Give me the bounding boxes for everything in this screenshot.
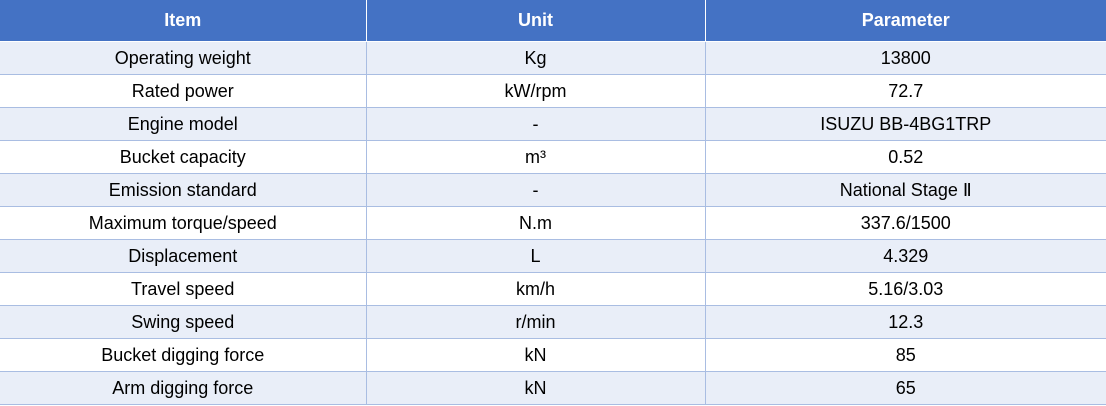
cell-parameter: 0.52 — [704, 140, 1106, 174]
cell-parameter: 12.3 — [704, 305, 1106, 339]
cell-parameter: 13800 — [704, 41, 1106, 75]
cell-item: Emission standard — [0, 173, 367, 207]
cell-item: Travel speed — [0, 272, 367, 306]
cell-item: Operating weight — [0, 41, 367, 75]
cell-parameter: ISUZU BB-4BG1TRP — [704, 107, 1106, 141]
cell-unit: kW/rpm — [365, 74, 706, 108]
cell-unit: - — [365, 107, 706, 141]
table-row: Rated power kW/rpm 72.7 — [0, 74, 1106, 108]
cell-unit: km/h — [365, 272, 706, 306]
cell-parameter: 85 — [704, 338, 1106, 372]
cell-unit: kN — [365, 371, 706, 405]
cell-unit: Kg — [365, 41, 706, 75]
cell-unit: - — [365, 173, 706, 207]
cell-parameter: 65 — [704, 371, 1106, 405]
cell-parameter: National Stage Ⅱ — [704, 173, 1106, 207]
table-row: Travel speed km/h 5.16/3.03 — [0, 272, 1106, 306]
cell-item: Engine model — [0, 107, 367, 141]
spec-table: Item Unit Parameter Operating weight Kg … — [0, 0, 1106, 405]
cell-item: Swing speed — [0, 305, 367, 339]
cell-parameter: 4.329 — [704, 239, 1106, 273]
table-row: Bucket digging force kN 85 — [0, 338, 1106, 372]
cell-unit: m³ — [365, 140, 706, 174]
table-row: Displacement L 4.329 — [0, 239, 1106, 273]
cell-item: Bucket digging force — [0, 338, 367, 372]
cell-unit: N.m — [365, 206, 706, 240]
column-header-unit: Unit — [366, 0, 706, 42]
column-header-item: Item — [0, 0, 367, 42]
cell-parameter: 5.16/3.03 — [704, 272, 1106, 306]
table-row: Swing speed r/min 12.3 — [0, 305, 1106, 339]
table-header-row: Item Unit Parameter — [0, 0, 1106, 42]
cell-unit: kN — [365, 338, 706, 372]
table-row: Operating weight Kg 13800 — [0, 41, 1106, 75]
cell-unit: L — [365, 239, 706, 273]
table-row: Arm digging force kN 65 — [0, 371, 1106, 405]
table-row: Engine model - ISUZU BB-4BG1TRP — [0, 107, 1106, 141]
cell-item: Bucket capacity — [0, 140, 367, 174]
table-row: Maximum torque/speed N.m 337.6/1500 — [0, 206, 1106, 240]
cell-parameter: 337.6/1500 — [704, 206, 1106, 240]
column-header-parameter: Parameter — [705, 0, 1106, 42]
table-row: Bucket capacity m³ 0.52 — [0, 140, 1106, 174]
cell-item: Displacement — [0, 239, 367, 273]
cell-item: Arm digging force — [0, 371, 367, 405]
cell-item: Rated power — [0, 74, 367, 108]
cell-item: Maximum torque/speed — [0, 206, 367, 240]
cell-parameter: 72.7 — [704, 74, 1106, 108]
table-row: Emission standard - National Stage Ⅱ — [0, 173, 1106, 207]
cell-unit: r/min — [365, 305, 706, 339]
